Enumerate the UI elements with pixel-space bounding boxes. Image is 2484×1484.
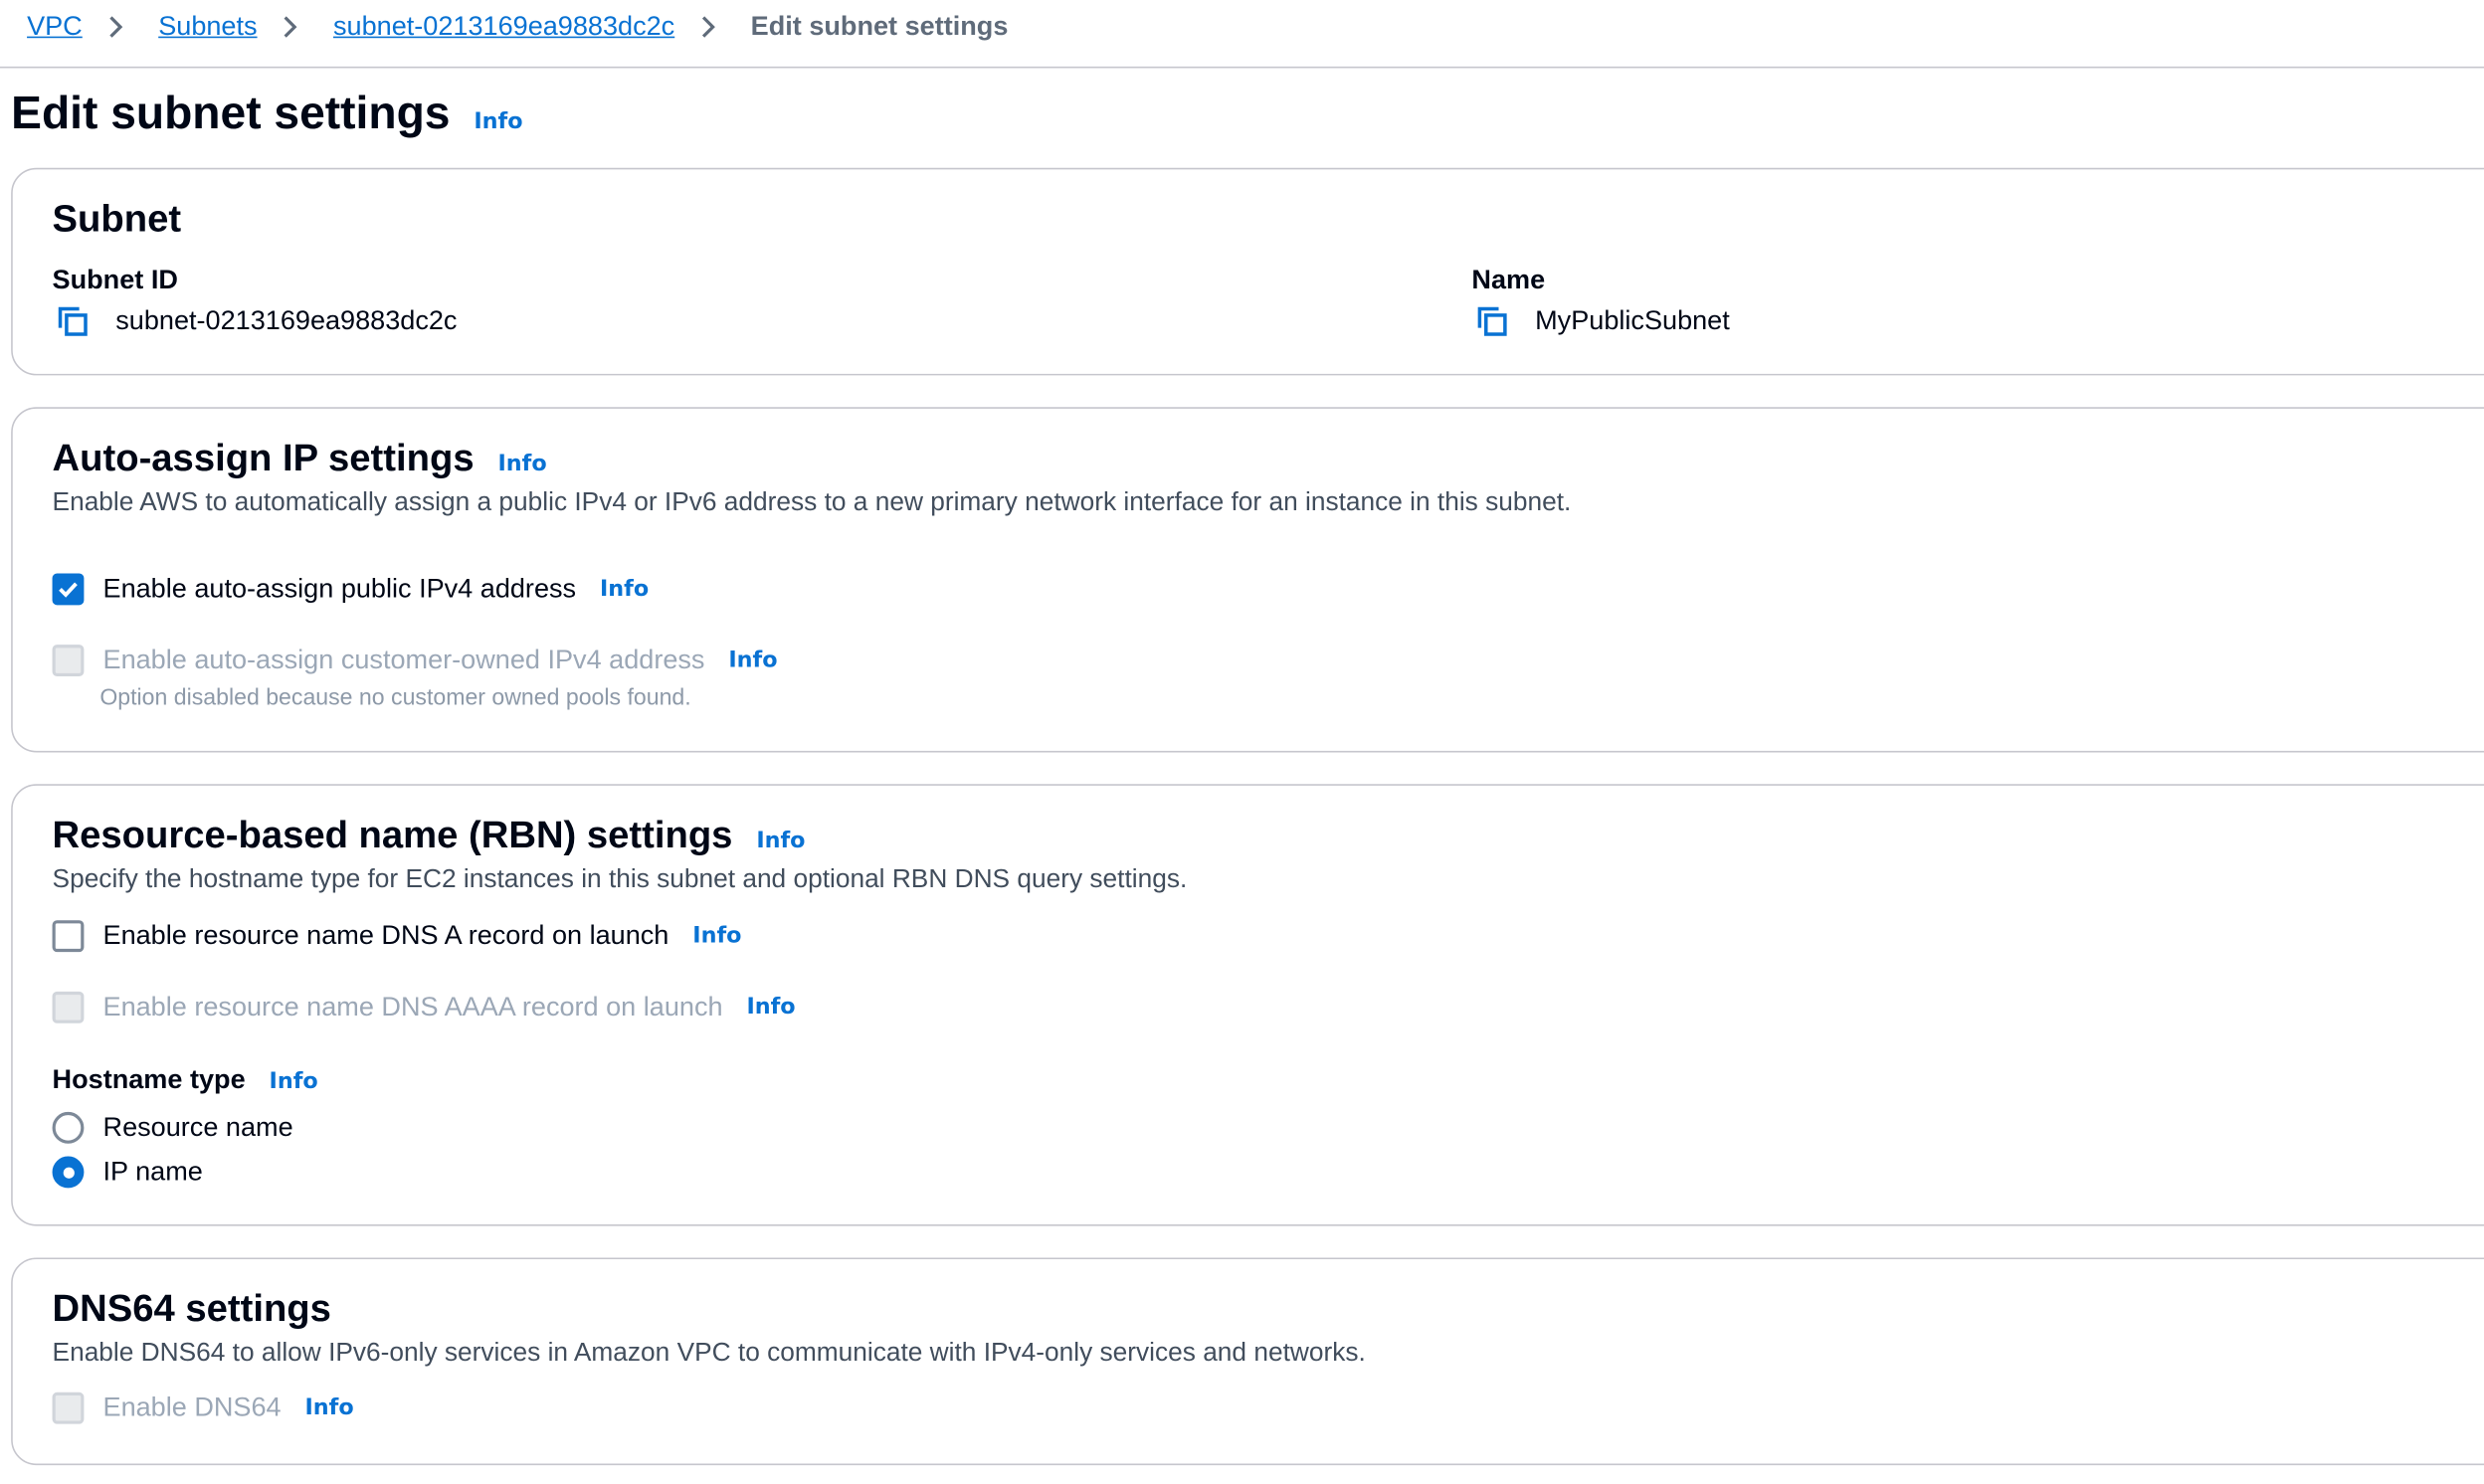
page-header: Edit subnet settings Info [11,89,522,141]
dns64-header: DNS64 settings Enable DNS64 to allow IPv… [53,1288,1366,1369]
public-ipv4-label[interactable]: Enable auto-assign public IPv4 address [103,573,577,605]
dns64-settings-panel: DNS64 settings Enable DNS64 to allow IPv… [11,1257,2484,1466]
page-title: Edit subnet settings [11,89,451,140]
dns64-label: Enable DNS64 [102,1391,282,1423]
dns-a-record-info-link[interactable]: Info [692,923,741,948]
page-info-link[interactable]: Info [474,109,522,134]
subnet-id-row: subnet-0213169ea9883dc2c [53,302,458,340]
auto-assign-info-link[interactable]: Info [497,452,546,476]
resource-name-label[interactable]: Resource name [103,1112,293,1144]
customer-owned-ipv4-hint: Option disabled because no customer owne… [99,685,691,712]
name-value: MyPublicSubnet [1535,305,1730,336]
subnet-panel: Subnet Subnet ID subnet-0213169ea9883dc2… [11,167,2484,376]
dns-aaaa-record-checkbox [52,991,85,1023]
rbn-header: Resource-based name (RBN) settings Info … [53,815,1188,895]
dns-a-record-checkbox[interactable] [52,920,85,953]
header-divider [0,66,2484,69]
chevron-right-icon [701,16,715,38]
breadcrumb-subnets-link[interactable]: Subnets [158,11,257,43]
hostname-ip-name-option: IP name [52,1156,203,1189]
name-row: MyPublicSubnet [1471,302,1730,340]
customer-owned-ipv4-checkbox [52,645,85,676]
auto-assign-header: Auto-assign IP settings Info Enable AWS … [53,438,1572,518]
hostname-resource-name-option: Resource name [52,1111,293,1144]
copy-icon[interactable] [53,302,91,340]
radio-selected-dot [62,1166,75,1179]
dns64-info-link[interactable]: Info [305,1395,354,1420]
dns-aaaa-record-option: Enable resource name DNS AAAA record on … [52,991,796,1023]
auto-assign-ip-panel: Auto-assign IP settings Info Enable AWS … [11,407,2484,753]
ip-name-label[interactable]: IP name [103,1157,203,1189]
chevron-right-icon [285,16,298,38]
name-label: Name [1471,264,1546,295]
dns64-checkbox [52,1391,85,1424]
chevron-right-icon [109,16,123,38]
dns-a-record-label[interactable]: Enable resource name DNS A record on lau… [103,920,669,952]
page-root: VPC Subnets subnet-0213169ea9883dc2c Edi… [0,0,2484,1478]
auto-assign-title-text: Auto-assign IP settings [52,437,475,480]
rbn-title: Resource-based name (RBN) settings Info [53,815,1188,859]
ip-name-radio[interactable] [52,1156,85,1189]
breadcrumb-subnet-id-link[interactable]: subnet-0213169ea9883dc2c [333,11,674,43]
dns-a-record-option: Enable resource name DNS A record on lau… [52,920,742,953]
auto-assign-title: Auto-assign IP settings Info [53,438,1572,482]
breadcrumb-vpc-link[interactable]: VPC [27,11,83,43]
public-ipv4-option: Enable auto-assign public IPv4 address I… [52,573,650,606]
hostname-type-header: Hostname type Info [53,1064,318,1096]
copy-icon[interactable] [1471,302,1509,340]
resource-name-radio[interactable] [52,1111,85,1144]
public-ipv4-checkbox[interactable] [52,573,85,606]
dns64-enable-option: Enable DNS64 Info [52,1391,354,1424]
dns-aaaa-record-label: Enable resource name DNS AAAA record on … [102,991,723,1022]
customer-owned-ipv4-label: Enable auto-assign customer-owned IPv4 a… [102,645,705,675]
rbn-settings-panel: Resource-based name (RBN) settings Info … [11,784,2484,1226]
hostname-type-info-link[interactable]: Info [270,1069,318,1094]
breadcrumb-current: Edit subnet settings [750,11,1009,42]
customer-owned-ipv4-option: Enable auto-assign customer-owned IPv4 a… [52,645,778,676]
subnet-id-value: subnet-0213169ea9883dc2c [115,305,458,336]
dns64-description: Enable DNS64 to allow IPv6-only services… [52,1338,1366,1368]
dns64-title: DNS64 settings [52,1287,331,1331]
dns-aaaa-record-info-link[interactable]: Info [746,995,795,1020]
rbn-title-text: Resource-based name (RBN) settings [52,814,733,857]
rbn-info-link[interactable]: Info [756,829,805,853]
subnet-id-label: Subnet ID [52,264,178,295]
auto-assign-description: Enable AWS to automatically assign a pub… [52,487,1572,517]
public-ipv4-info-link[interactable]: Info [600,577,649,602]
checkmark-icon [59,582,78,598]
breadcrumb: VPC Subnets subnet-0213169ea9883dc2c Edi… [27,8,1008,46]
subnet-panel-title: Subnet [52,198,182,242]
hostname-type-label: Hostname type [52,1064,246,1095]
customer-owned-ipv4-info-link[interactable]: Info [728,648,777,672]
rbn-description: Specify the hostname type for EC2 instan… [52,864,1188,894]
